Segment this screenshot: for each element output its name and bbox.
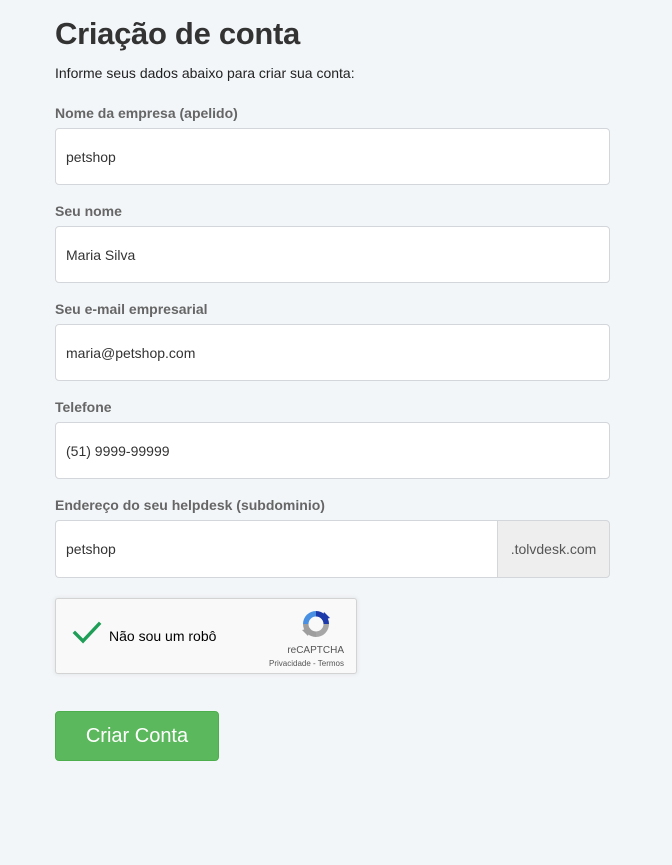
signup-page: Criação de conta Informe seus dados abai… [0, 0, 672, 865]
page-title: Criação de conta [55, 16, 301, 51]
subdomain-suffix: .tolvdesk.com [497, 520, 610, 578]
privacy-link[interactable]: Privacidade [269, 659, 311, 668]
links-separator: - [310, 659, 318, 668]
name-label: Seu nome [55, 203, 122, 219]
phone-label: Telefone [55, 399, 112, 415]
checkmark-icon[interactable] [72, 621, 102, 650]
recaptcha-label: Não sou um robô [109, 628, 217, 644]
subdomain-input-group: .tolvdesk.com [55, 520, 610, 578]
email-label: Seu e-mail empresarial [55, 301, 208, 317]
page-subtitle: Informe seus dados abaixo para criar sua… [55, 65, 355, 81]
company-input[interactable] [55, 128, 610, 185]
recaptcha-logo-icon [300, 608, 332, 645]
recaptcha-widget: Não sou um robô reCAPTCHA Privacidade - … [55, 598, 357, 674]
recaptcha-links: Privacidade - Termos [269, 659, 344, 668]
name-input[interactable] [55, 226, 610, 283]
subdomain-label: Endereço do seu helpdesk (subdominio) [55, 497, 325, 513]
email-input[interactable] [55, 324, 610, 381]
create-account-button[interactable]: Criar Conta [55, 711, 219, 761]
recaptcha-brand: reCAPTCHA [287, 645, 344, 656]
terms-link[interactable]: Termos [318, 659, 344, 668]
phone-input[interactable] [55, 422, 610, 479]
subdomain-input[interactable] [55, 520, 497, 578]
company-label: Nome da empresa (apelido) [55, 105, 238, 121]
